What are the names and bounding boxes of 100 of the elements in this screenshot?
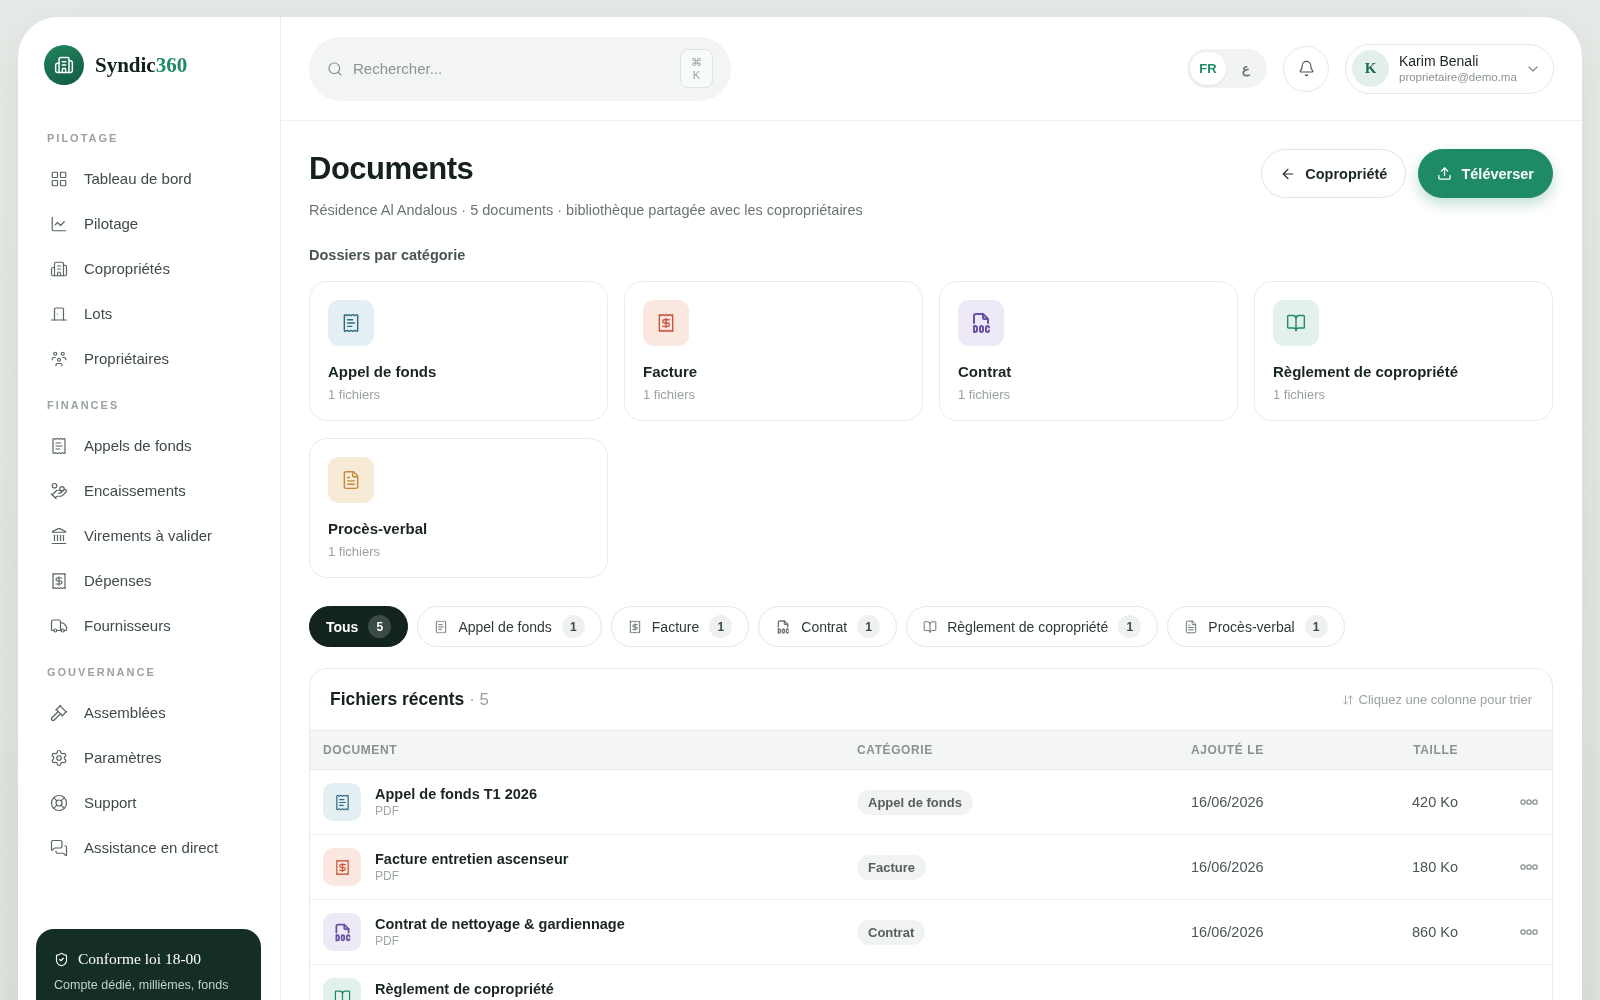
avatar: K <box>1352 50 1389 87</box>
category-tag: Contrat <box>857 919 926 945</box>
nav-item[interactable]: Appels de fonds <box>44 423 260 468</box>
file-count: 1 fichiers <box>958 386 1011 404</box>
file-size: 420 Ko <box>1412 794 1458 810</box>
file-size: 180 Ko <box>1412 859 1458 875</box>
nav-item[interactable]: Copropriétés <box>44 246 260 291</box>
date-added: 16/06/2026 <box>1191 859 1264 875</box>
folder-name: Règlement de copropriété <box>1273 362 1459 382</box>
date-added: 16/06/2026 <box>1191 794 1264 810</box>
nav-item[interactable]: Assemblées <box>44 690 260 735</box>
folder-name: Facture <box>643 362 698 382</box>
nav-item[interactable]: Encaissements <box>44 468 260 513</box>
language-option[interactable]: FR <box>1190 52 1226 85</box>
bell-icon <box>1297 60 1315 77</box>
receipt-icon <box>323 783 361 821</box>
sort-icon <box>1341 693 1354 706</box>
receipt-icon <box>50 436 68 455</box>
more-icon[interactable] <box>1520 864 1538 870</box>
more-icon[interactable] <box>1520 929 1538 935</box>
brand-name: Syndic360 <box>95 52 188 78</box>
search-input[interactable]: Rechercher... <box>353 56 670 81</box>
filter-chip[interactable]: Facture 1 <box>610 606 750 647</box>
receipt-icon <box>643 300 689 346</box>
back-button[interactable]: Copropriété <box>1261 149 1407 198</box>
page-subtitle: Résidence Al Andalous · 5 documents · bibliothèque partagée avec les copropriétaires <box>309 201 863 220</box>
book-icon <box>923 619 938 634</box>
door-icon <box>50 304 68 323</box>
folder-card[interactable]: Règlement de copropriété 1 fichiers <box>1254 281 1553 421</box>
filter-chip[interactable]: Contrat 1 <box>758 606 898 647</box>
count-badge: 1 <box>709 615 733 638</box>
more-icon[interactable] <box>1520 799 1538 805</box>
compliance-text: Compte dédié, millièmes, fonds <box>54 977 230 994</box>
logo-icon <box>44 45 84 85</box>
count-badge: 1 <box>1118 615 1142 638</box>
nav-item[interactable]: Propriétaires <box>44 336 260 381</box>
settings-icon <box>50 748 68 767</box>
file-type: PDF <box>375 932 399 949</box>
grid-icon <box>50 169 68 188</box>
filter-chip[interactable]: Règlement de copropriété 1 <box>906 606 1159 647</box>
file-type: PDF <box>375 802 399 819</box>
file-count: 1 fichiers <box>328 543 381 561</box>
filter-chip[interactable]: Procès-verbal 1 <box>1167 606 1345 647</box>
upload-button[interactable]: Téléverser <box>1418 149 1553 198</box>
file-count: 1 fichiers <box>1273 386 1326 404</box>
folder-name: Appel de fonds <box>328 362 437 382</box>
nav-item[interactable]: Fournisseurs <box>44 603 260 648</box>
user-name: Karim Benali <box>1399 52 1480 70</box>
document-icon <box>328 457 374 503</box>
search-icon <box>327 60 343 77</box>
file-name: Appel de fonds T1 2026 <box>375 785 537 802</box>
table-count: · 5 <box>469 690 490 710</box>
chart-icon <box>50 214 68 233</box>
document-icon <box>1184 619 1199 634</box>
count-badge: 1 <box>857 615 881 638</box>
folder-card[interactable]: Procès-verbal 1 fichiers <box>309 438 608 578</box>
hand-coins-icon <box>50 481 68 500</box>
section-label: PILOTAGE <box>47 131 120 145</box>
nav-item[interactable]: Assistance en direct <box>44 825 260 870</box>
folder-card[interactable]: Facture 1 fichiers <box>624 281 923 421</box>
folder-name: Contrat <box>958 362 1012 382</box>
nav-item[interactable]: Tableau de bord <box>44 156 260 201</box>
doc-file-icon <box>958 300 1004 346</box>
page-title: Documents <box>309 150 475 188</box>
nav-item[interactable]: Lots <box>44 291 260 336</box>
notifications-button[interactable] <box>1283 45 1329 92</box>
count-badge: 1 <box>1304 615 1328 638</box>
people-icon <box>50 349 68 368</box>
language-option[interactable]: ع <box>1228 52 1264 85</box>
count-badge: 1 <box>561 615 585 638</box>
nav-item[interactable]: Paramètres <box>44 735 260 780</box>
sort-hint: Cliquez une colonne pour trier <box>1358 692 1532 707</box>
receipt-icon <box>434 619 449 634</box>
nav-item[interactable]: Virements à valider <box>44 513 260 558</box>
file-name: Facture entretien ascenseur <box>375 850 569 867</box>
upload-icon <box>1437 166 1453 181</box>
shortcut-hint: ⌘ K <box>680 49 713 88</box>
receipt-icon <box>50 571 68 590</box>
section-title: Dossiers par catégorie <box>309 246 467 265</box>
book-icon <box>1273 300 1319 346</box>
receipt-icon <box>328 300 374 346</box>
folder-card[interactable]: Appel de fonds 1 fichiers <box>309 281 608 421</box>
building-icon <box>50 259 68 278</box>
nav-item[interactable]: Dépenses <box>44 558 260 603</box>
file-name: Contrat de nettoyage & gardiennage <box>375 915 625 932</box>
table-title: Fichiers récents <box>330 689 465 710</box>
filter-chip[interactable]: Appel de fonds 1 <box>417 606 602 647</box>
bank-icon <box>50 526 68 545</box>
folder-card[interactable]: Contrat 1 fichiers <box>939 281 1238 421</box>
category-tag: Facture <box>857 854 926 880</box>
category-tag: Appel de fonds <box>857 789 973 815</box>
nav-item[interactable]: Support <box>44 780 260 825</box>
section-label: FINANCES <box>47 398 121 412</box>
compliance-title: Conforme loi 18-00 <box>78 950 202 968</box>
date-added: 16/06/2026 <box>1191 924 1264 940</box>
gavel-icon <box>50 703 68 722</box>
filter-chip[interactable]: Tous 5 <box>309 606 409 647</box>
lifebuoy-icon <box>50 793 68 812</box>
user-menu[interactable]: K Karim Benali proprietaire@demo.ma <box>1345 43 1554 94</box>
nav-item[interactable]: Pilotage <box>44 201 260 246</box>
